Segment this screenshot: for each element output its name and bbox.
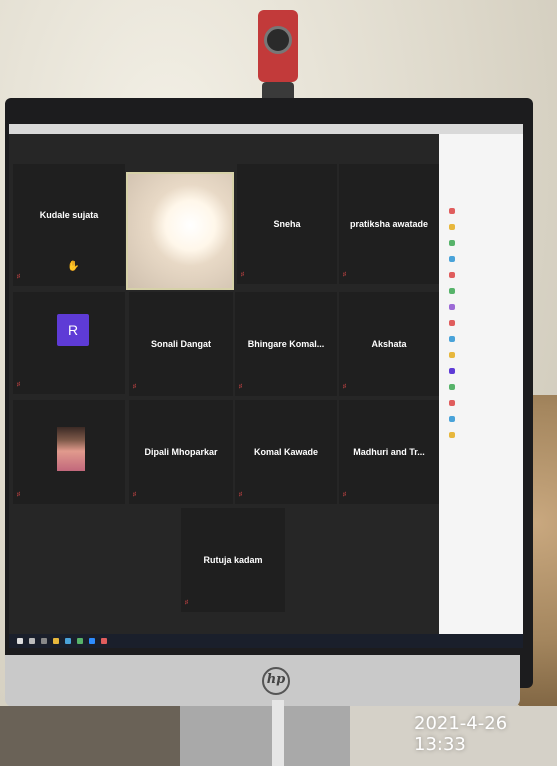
participant-video[interactable] [126,172,234,290]
participant-tile[interactable]: Sonali Dangat ♯ [129,292,233,396]
participant-name: Kudale sujata [39,210,99,221]
panel-button[interactable] [449,320,455,326]
mic-muted-icon: ♯ [17,274,20,280]
window-titlebar [9,124,523,134]
participant-tile[interactable]: Dipali Mhoparkar ♯ [129,400,233,504]
participant-tile[interactable]: Komal Kawade ♯ [235,400,337,504]
mic-muted-icon: ♯ [241,272,244,278]
zoom-screen: Kudale sujata ♯ ✋ Sneha ♯ pratiksha awat… [9,124,523,648]
windows-start-icon[interactable] [17,638,23,644]
panel-button[interactable] [449,384,455,390]
windows-taskbar [9,634,523,648]
participant-name: Akshata [371,339,407,349]
panel-button[interactable] [449,416,455,422]
participant-name: Sonali Dangat [150,339,211,349]
panel-button[interactable] [449,256,455,262]
panel-button[interactable] [449,208,455,214]
mic-muted-icon: ♯ [17,382,20,388]
participant-name: Sneha [273,219,301,229]
participant-tile[interactable]: Rutuja kadam ♯ [181,508,285,612]
participant-tile[interactable]: pratiksha awatade ♯ [339,164,439,284]
taskbar-icon[interactable] [89,638,95,644]
mic-muted-icon: ♯ [343,272,346,278]
participant-photo [57,427,85,471]
participant-name: Komal Kawade [253,447,319,457]
taskbar-icon[interactable] [101,638,107,644]
taskbar-icon[interactable] [41,638,47,644]
panel-button[interactable] [449,368,455,374]
panel-button[interactable] [449,272,455,278]
photo-timestamp: 2021-4-26 13:33 [414,713,508,755]
participant-tile[interactable]: Sneha ♯ [237,164,337,284]
mic-muted-icon: ♯ [17,492,20,498]
mic-muted-icon: ♯ [239,384,242,390]
monitor-neck [272,700,284,766]
taskbar-icon[interactable] [53,638,59,644]
side-panel[interactable] [439,134,523,634]
participant-tile[interactable]: Bhingare Komal... ♯ [235,292,337,396]
panel-button[interactable] [449,304,455,310]
participant-name: Dipali Mhoparkar [144,447,218,457]
panel-button[interactable] [449,240,455,246]
hp-logo: hp [262,667,290,695]
panel-button[interactable] [449,432,455,438]
panel-button[interactable] [449,400,455,406]
mic-muted-icon: ♯ [133,384,136,390]
monitor-stand [180,706,350,766]
participant-tile[interactable]: Akshata ♯ [339,292,439,396]
panel-button[interactable] [449,288,455,294]
mic-muted-icon: ♯ [239,492,242,498]
panel-button[interactable] [449,352,455,358]
participant-name: Madhuri and Tr... [353,447,425,457]
participant-name: pratiksha awatade [349,219,429,229]
participant-tile[interactable]: Madhuri and Tr... ♯ [339,400,439,504]
webcam-lens [264,26,292,54]
participant-name: Rutuja kadam [203,555,263,565]
taskbar-icon[interactable] [29,638,35,644]
mic-muted-icon: ♯ [185,600,188,606]
participant-name: Bhingare Komal... [247,339,325,349]
avatar: R [57,314,89,346]
taskbar-icon[interactable] [77,638,83,644]
desk [0,706,180,766]
hand-raise-icon: ✋ [67,261,80,272]
panel-button[interactable] [449,336,455,342]
mic-muted-icon: ♯ [133,492,136,498]
mic-muted-icon: ♯ [343,384,346,390]
taskbar-icon[interactable] [65,638,71,644]
mic-muted-icon: ♯ [343,492,346,498]
panel-button[interactable] [449,224,455,230]
